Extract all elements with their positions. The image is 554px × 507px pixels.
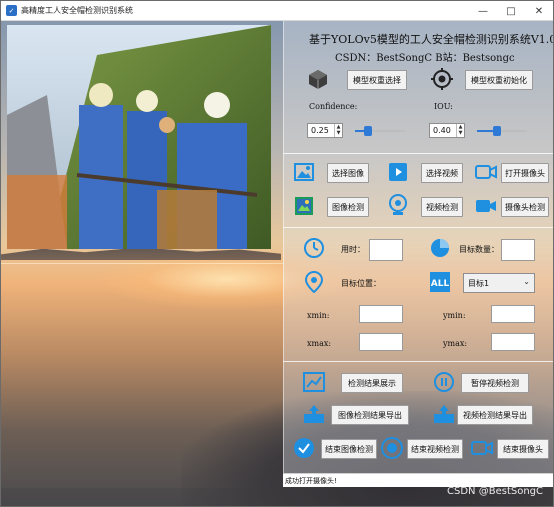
window-title: 高精度工人安全帽检测识别系统 (21, 6, 133, 15)
divider (283, 153, 553, 154)
select-image-button[interactable]: 选择图像 (327, 163, 369, 183)
iou-spinbox[interactable]: 0.40 ▲ ▼ (429, 123, 465, 138)
check-circle-icon (293, 437, 315, 459)
pause-video-button[interactable]: 暂停视频检测 (461, 373, 529, 393)
slider-handle[interactable] (363, 126, 372, 136)
target-select[interactable]: 目标1 ⌄ (463, 273, 535, 293)
target-select-value: 目标1 (468, 278, 490, 288)
iou-slider[interactable] (477, 124, 527, 138)
slider-handle[interactable] (493, 126, 501, 136)
watermark-text: CSDN @BestSongC (447, 486, 543, 497)
end-image-detect-button[interactable]: 结束图像检测 (321, 439, 377, 459)
init-weights-button[interactable]: 模型权重初始化 (465, 70, 533, 90)
time-field (369, 239, 403, 261)
svg-text:ALL: ALL (431, 279, 450, 289)
select-video-button[interactable]: 选择视频 (421, 163, 463, 183)
xmax-field (359, 333, 403, 351)
end-video-detect-button[interactable]: 结束视频检测 (407, 439, 463, 459)
app-window: ✓ 高精度工人安全帽检测识别系统 — □ ✕ 基于YOLOv5模型的工人安全帽检… (0, 0, 554, 507)
count-field (501, 239, 535, 261)
divider (283, 227, 553, 228)
confidence-label: Confidence: (309, 102, 358, 111)
iou-value: 0.40 (433, 126, 451, 135)
end-camera-button[interactable]: 结束摄像头 (497, 439, 549, 459)
export-image-icon (303, 403, 325, 425)
pie-chart-icon (429, 237, 451, 259)
export-video-icon (433, 403, 455, 425)
app-heading: 基于YOLOv5模型的工人安全帽检测识别系统V1.0 (309, 33, 554, 46)
target-gear-icon (431, 68, 453, 90)
confidence-slider[interactable] (355, 124, 405, 138)
camera-filled-icon (475, 195, 497, 217)
pause-circle-icon (433, 371, 455, 393)
credits-text: CSDN：BestSongC B站：Bestsongc (335, 53, 515, 64)
camera-off-icon (471, 437, 493, 459)
webcam-icon (387, 193, 409, 217)
image-detect-button[interactable]: 图像检测 (327, 197, 369, 217)
ymin-label: ymin: (443, 311, 466, 320)
photo-detect-icon (293, 195, 315, 217)
close-icon[interactable]: ✕ (525, 1, 553, 21)
target-box-icon: ALL (429, 271, 451, 293)
image-icon (293, 161, 315, 183)
show-result-button[interactable]: 检测结果展示 (341, 373, 403, 393)
export-image-result-button[interactable]: 图像检测结果导出 (331, 405, 409, 425)
chevron-down-icon[interactable]: ⌄ (523, 277, 530, 286)
app-icon: ✓ (6, 5, 17, 16)
video-file-icon (387, 161, 409, 183)
video-detect-button[interactable]: 视频检测 (421, 197, 463, 217)
video-display (7, 25, 271, 249)
ymax-field (491, 333, 535, 351)
xmin-label: xmin: (307, 311, 330, 320)
status-message: 成功打开摄像头! (285, 476, 337, 485)
confidence-value: 0.25 (311, 126, 329, 135)
camera-outline-icon (475, 161, 497, 183)
line-chart-icon (303, 371, 325, 393)
minimize-icon[interactable]: — (469, 1, 497, 21)
spin-arrows-icon[interactable]: ▲ ▼ (456, 124, 464, 137)
count-label: 目标数量： (459, 245, 499, 254)
spin-arrows-icon[interactable]: ▲ ▼ (334, 124, 342, 137)
ymax-label: ymax: (443, 339, 468, 348)
xmin-field (359, 305, 403, 323)
confidence-spinbox[interactable]: 0.25 ▲ ▼ (307, 123, 343, 138)
divider (283, 361, 553, 362)
open-camera-button[interactable]: 打开摄像头 (501, 163, 549, 183)
camera-detect-button[interactable]: 摄像头检测 (501, 197, 549, 217)
ymin-field (491, 305, 535, 323)
camera-frame-image (7, 25, 271, 249)
stop-circle-icon (381, 437, 403, 459)
time-label: 用时： (341, 245, 365, 254)
horizon-line (1, 263, 283, 264)
xmax-label: xmax: (307, 339, 332, 348)
iou-label: IOU: (434, 102, 453, 111)
cube-icon (307, 68, 329, 90)
maximize-icon[interactable]: □ (497, 1, 525, 21)
window-controls: — □ ✕ (469, 1, 553, 21)
export-video-result-button[interactable]: 视频检测结果导出 (457, 405, 533, 425)
location-pin-icon (303, 271, 325, 293)
status-bar: 成功打开摄像头! (283, 473, 553, 487)
clock-icon (303, 237, 325, 259)
position-label: 目标位置： (341, 279, 381, 288)
title-bar[interactable]: ✓ 高精度工人安全帽检测识别系统 — □ ✕ (1, 1, 553, 21)
select-weights-button[interactable]: 模型权重选择 (347, 70, 407, 90)
